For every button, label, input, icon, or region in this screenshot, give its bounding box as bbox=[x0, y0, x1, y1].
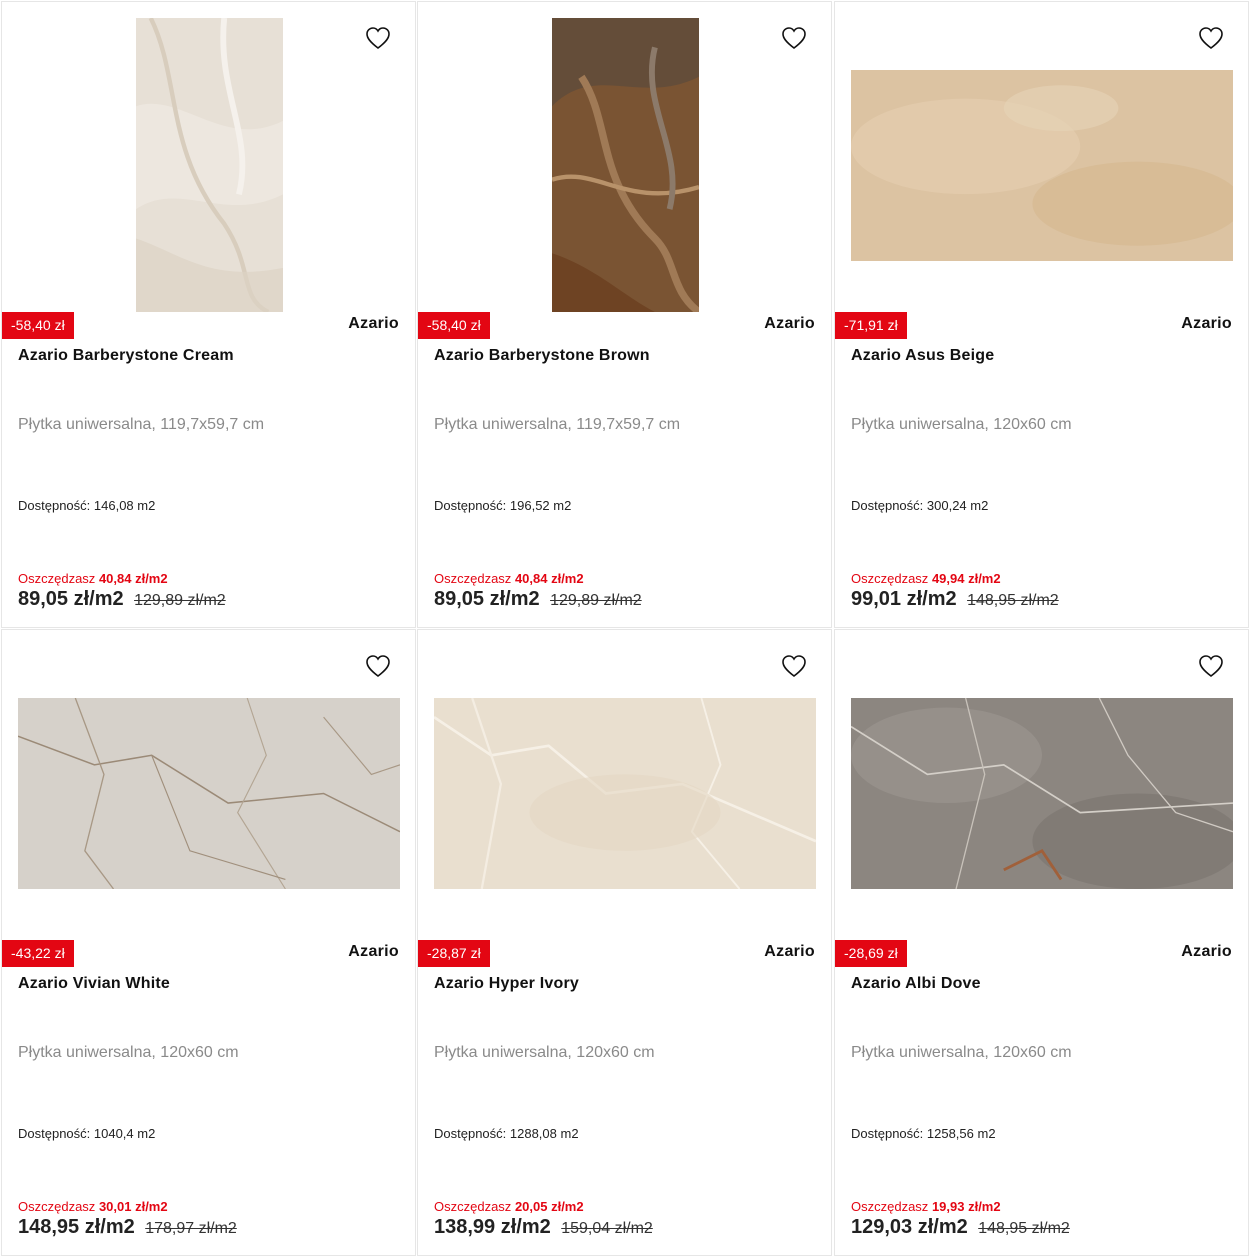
brand-label: Azario bbox=[348, 943, 399, 960]
product-image[interactable] bbox=[434, 646, 816, 940]
product-name[interactable]: Azario Vivian White bbox=[18, 975, 170, 993]
savings-label: Oszczędzasz bbox=[434, 571, 512, 586]
savings-value: 19,93 zł/m2 bbox=[931, 1199, 1001, 1214]
availability-value: 1040,4 m2 bbox=[93, 1126, 156, 1141]
tile-image bbox=[135, 18, 283, 312]
savings-value: 40,84 zł/m2 bbox=[514, 571, 584, 586]
availability-value: 1258,56 m2 bbox=[926, 1126, 996, 1141]
current-price: 89,05 zł/m2 bbox=[18, 588, 124, 610]
product-card[interactable]: -58,40 zł Azario Azario Barberystone Bro… bbox=[417, 1, 832, 628]
discount-badge: -71,91 zł bbox=[835, 312, 907, 339]
product-description: Płytka uniwersalna, 120x60 cm bbox=[434, 1044, 655, 1061]
availability: Dostępność: 1040,4 m2 bbox=[18, 1126, 155, 1141]
savings: Oszczędzasz 20,05 zł/m2 bbox=[434, 1199, 584, 1214]
product-card[interactable]: -58,40 zł Azario Azario Barberystone Cre… bbox=[1, 1, 416, 628]
current-price: 138,99 zł/m2 bbox=[434, 1216, 551, 1238]
availability-value: 146,08 m2 bbox=[93, 498, 156, 513]
product-name[interactable]: Azario Barberystone Cream bbox=[18, 347, 234, 365]
tile-image bbox=[851, 69, 1233, 261]
product-description: Płytka uniwersalna, 120x60 cm bbox=[851, 1044, 1072, 1061]
availability: Dostępność: 146,08 m2 bbox=[18, 498, 155, 513]
old-price: 178,97 zł/m2 bbox=[145, 1220, 237, 1237]
savings-value: 40,84 zł/m2 bbox=[98, 571, 168, 586]
savings: Oszczędzasz 49,94 zł/m2 bbox=[851, 571, 1001, 586]
savings: Oszczędzasz 40,84 zł/m2 bbox=[18, 571, 168, 586]
savings-label: Oszczędzasz bbox=[851, 571, 929, 586]
current-price: 89,05 zł/m2 bbox=[434, 588, 540, 610]
availability-label: Dostępność: bbox=[18, 498, 91, 513]
discount-badge: -43,22 zł bbox=[2, 940, 74, 967]
product-name[interactable]: Azario Hyper Ivory bbox=[434, 975, 579, 993]
price-row: 99,01 zł/m2 148,95 zł/m2 bbox=[851, 588, 1059, 611]
availability: Dostępność: 300,24 m2 bbox=[851, 498, 988, 513]
savings-value: 30,01 zł/m2 bbox=[98, 1199, 168, 1214]
availability-value: 300,24 m2 bbox=[926, 498, 989, 513]
product-card[interactable]: -43,22 zł Azario Azario Vivian White Pły… bbox=[1, 629, 416, 1256]
availability: Dostępność: 1258,56 m2 bbox=[851, 1126, 996, 1141]
brand-label: Azario bbox=[764, 943, 815, 960]
tile-image bbox=[551, 18, 699, 312]
product-description: Płytka uniwersalna, 120x60 cm bbox=[851, 416, 1072, 433]
discount-badge: -28,69 zł bbox=[835, 940, 907, 967]
savings: Oszczędzasz 40,84 zł/m2 bbox=[434, 571, 584, 586]
product-description: Płytka uniwersalna, 119,7x59,7 cm bbox=[18, 416, 265, 433]
price-row: 89,05 zł/m2 129,89 zł/m2 bbox=[18, 588, 226, 611]
brand-label: Azario bbox=[1181, 943, 1232, 960]
price-row: 129,03 zł/m2 148,95 zł/m2 bbox=[851, 1216, 1070, 1239]
savings-label: Oszczędzasz bbox=[851, 1199, 929, 1214]
current-price: 129,03 zł/m2 bbox=[851, 1216, 968, 1238]
savings: Oszczędzasz 19,93 zł/m2 bbox=[851, 1199, 1001, 1214]
product-name[interactable]: Azario Barberystone Brown bbox=[434, 347, 650, 365]
old-price: 148,95 zł/m2 bbox=[967, 592, 1059, 609]
availability: Dostępność: 1288,08 m2 bbox=[434, 1126, 579, 1141]
product-card[interactable]: -28,69 zł Azario Azario Albi Dove Płytka… bbox=[834, 629, 1249, 1256]
savings-label: Oszczędzasz bbox=[434, 1199, 512, 1214]
product-card[interactable]: -71,91 zł Azario Azario Asus Beige Płytk… bbox=[834, 1, 1249, 628]
brand-label: Azario bbox=[764, 315, 815, 332]
brand-label: Azario bbox=[1181, 315, 1232, 332]
old-price: 159,04 zł/m2 bbox=[561, 1220, 653, 1237]
tile-image bbox=[434, 697, 816, 889]
discount-badge: -58,40 zł bbox=[2, 312, 74, 339]
availability: Dostępność: 196,52 m2 bbox=[434, 498, 571, 513]
price-row: 148,95 zł/m2 178,97 zł/m2 bbox=[18, 1216, 237, 1239]
product-description: Płytka uniwersalna, 120x60 cm bbox=[18, 1044, 239, 1061]
savings-label: Oszczędzasz bbox=[18, 1199, 96, 1214]
availability-label: Dostępność: bbox=[434, 498, 507, 513]
old-price: 129,89 zł/m2 bbox=[134, 592, 226, 609]
availability-label: Dostępność: bbox=[851, 1126, 924, 1141]
availability-label: Dostępność: bbox=[851, 498, 924, 513]
availability-value: 1288,08 m2 bbox=[509, 1126, 579, 1141]
savings: Oszczędzasz 30,01 zł/m2 bbox=[18, 1199, 168, 1214]
product-image[interactable] bbox=[851, 18, 1233, 312]
product-description: Płytka uniwersalna, 119,7x59,7 cm bbox=[434, 416, 681, 433]
old-price: 148,95 zł/m2 bbox=[978, 1220, 1070, 1237]
product-image[interactable] bbox=[851, 646, 1233, 940]
price-row: 138,99 zł/m2 159,04 zł/m2 bbox=[434, 1216, 653, 1239]
product-grid: -58,40 zł Azario Azario Barberystone Cre… bbox=[0, 0, 1250, 1257]
availability-label: Dostępność: bbox=[434, 1126, 507, 1141]
tile-image bbox=[851, 697, 1233, 889]
savings-value: 49,94 zł/m2 bbox=[931, 571, 1001, 586]
brand-label: Azario bbox=[348, 315, 399, 332]
product-name[interactable]: Azario Asus Beige bbox=[851, 347, 994, 365]
product-image[interactable] bbox=[18, 646, 400, 940]
savings-label: Oszczędzasz bbox=[18, 571, 96, 586]
availability-label: Dostępność: bbox=[18, 1126, 91, 1141]
product-card[interactable]: -28,87 zł Azario Azario Hyper Ivory Płyt… bbox=[417, 629, 832, 1256]
product-image[interactable] bbox=[434, 18, 816, 312]
current-price: 148,95 zł/m2 bbox=[18, 1216, 135, 1238]
tile-image bbox=[18, 697, 400, 889]
product-image[interactable] bbox=[18, 18, 400, 312]
discount-badge: -58,40 zł bbox=[418, 312, 490, 339]
availability-value: 196,52 m2 bbox=[509, 498, 572, 513]
discount-badge: -28,87 zł bbox=[418, 940, 490, 967]
price-row: 89,05 zł/m2 129,89 zł/m2 bbox=[434, 588, 642, 611]
old-price: 129,89 zł/m2 bbox=[550, 592, 642, 609]
savings-value: 20,05 zł/m2 bbox=[514, 1199, 584, 1214]
current-price: 99,01 zł/m2 bbox=[851, 588, 957, 610]
product-name[interactable]: Azario Albi Dove bbox=[851, 975, 981, 993]
